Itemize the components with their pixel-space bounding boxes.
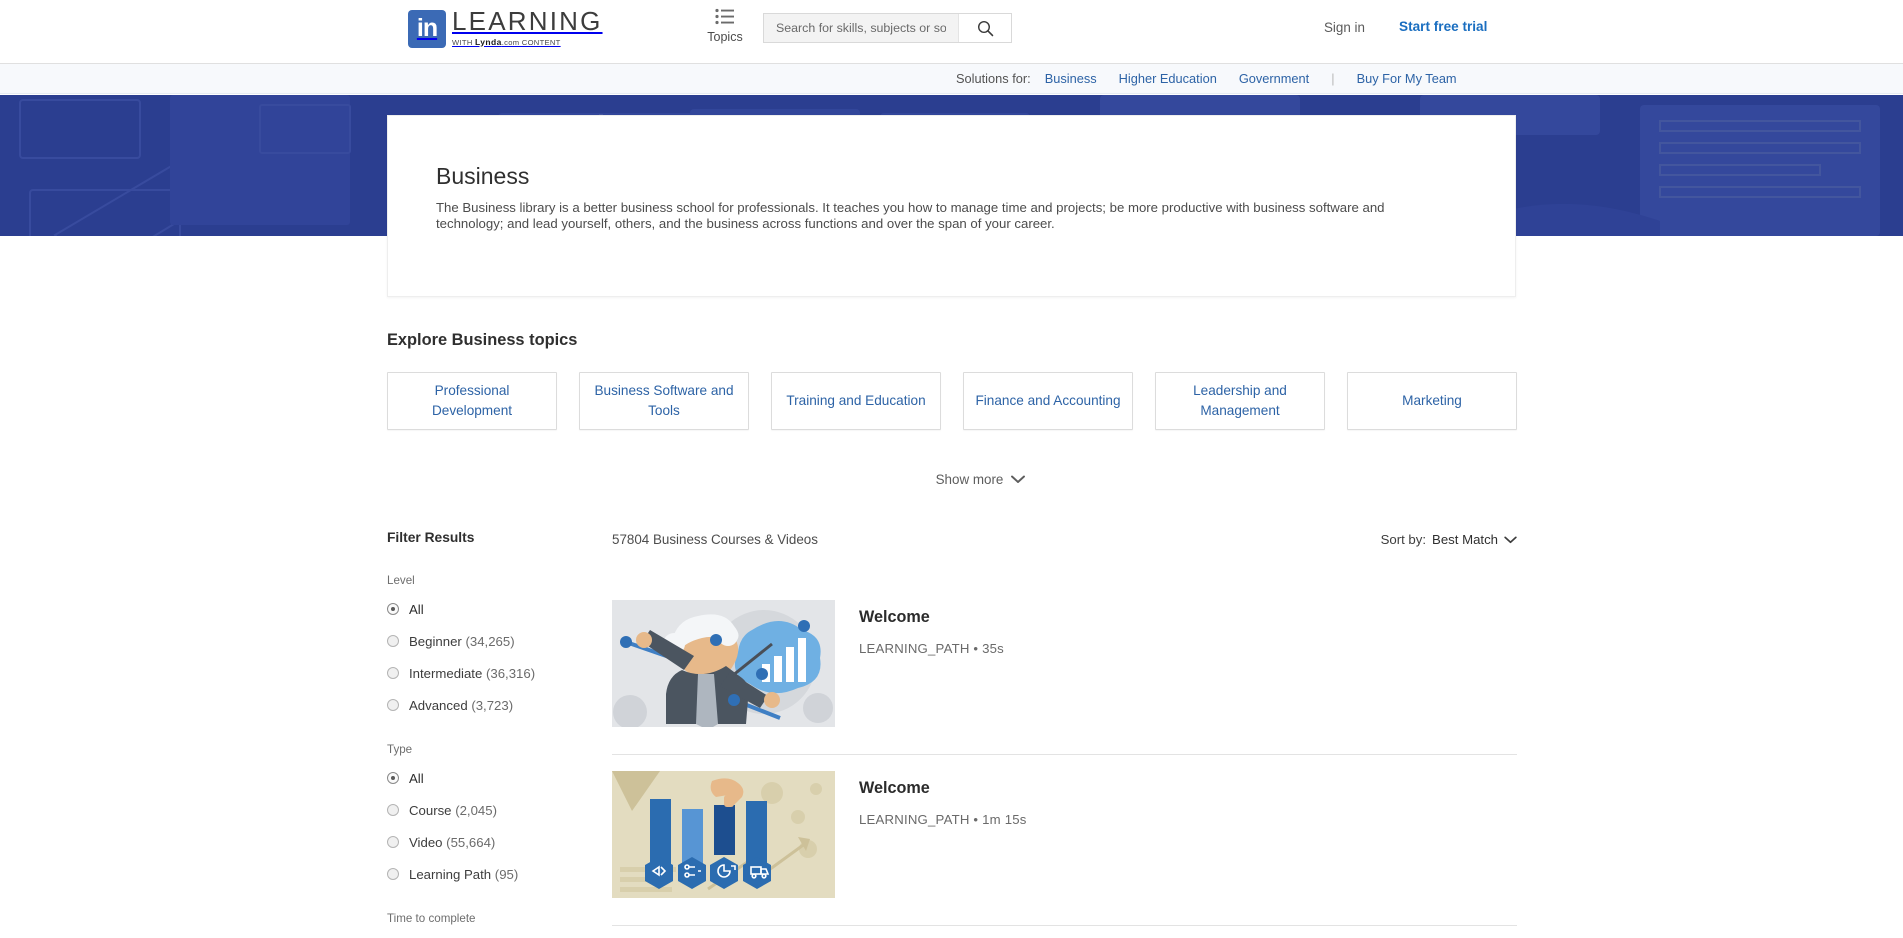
results-count: 57804 Business Courses & Videos — [612, 532, 818, 547]
hero-card: Business The Business library is a bette… — [387, 115, 1516, 297]
search-input[interactable] — [764, 14, 958, 42]
radio-icon — [387, 868, 399, 880]
filter-group-label: Type — [387, 743, 413, 756]
filter-option-label: Video (55,664) — [409, 834, 496, 850]
filter-option-level-all[interactable]: All — [387, 600, 587, 618]
filter-results-title: Filter Results — [387, 530, 475, 545]
solutions-link-higher-education[interactable]: Higher Education — [1119, 71, 1217, 86]
start-free-trial-link[interactable]: Start free trial — [1399, 19, 1487, 34]
results-header: 57804 Business Courses & Videos Sort by:… — [612, 532, 1517, 547]
course-thumbnail[interactable] — [612, 771, 835, 898]
filter-option-label: Advanced (3,723) — [409, 697, 514, 713]
result-meta: LEARNING_PATH • 1m 15s — [859, 812, 1027, 827]
filter-option-type-video[interactable]: Video (55,664) — [387, 833, 587, 851]
logo-sub-brand: Lynda — [475, 36, 502, 47]
filter-sidebar: Filter Results Level All Beginner (34,26… — [387, 530, 587, 938]
topic-pill-training-and-education[interactable]: Training and Education — [771, 372, 941, 430]
filter-group-time-to-complete: Time to complete All — [387, 912, 587, 938]
topics-label: Topics — [707, 30, 743, 44]
results-list: Welcome LEARNING_PATH • 35s Welcome LEAR… — [612, 584, 1517, 926]
filter-option-type-course[interactable]: Course (2,045) — [387, 801, 587, 819]
radio-icon — [387, 667, 399, 679]
topic-pill-marketing[interactable]: Marketing — [1347, 372, 1517, 430]
sort-by-value: Best Match — [1432, 532, 1498, 547]
result-item[interactable]: Welcome LEARNING_PATH • 1m 15s — [612, 755, 1517, 926]
filter-option-label: Intermediate (36,316) — [409, 665, 536, 681]
filter-group-label: Level — [387, 574, 415, 587]
linkedin-icon: in — [408, 9, 446, 48]
filter-group-level: Level All Beginner (34,265) Intermediate… — [387, 574, 587, 714]
solutions-for-label: Solutions for: — [956, 71, 1031, 86]
show-more-button[interactable]: Show more — [936, 472, 1026, 487]
topic-pill-leadership-and-management[interactable]: Leadership and Management — [1155, 372, 1325, 430]
search-button[interactable] — [958, 14, 1011, 42]
top-navigation-bar: in LEARNING WITH Lynda.com CONTENT Topic… — [0, 0, 1903, 64]
filter-option-level-intermediate[interactable]: Intermediate (36,316) — [387, 664, 587, 682]
buy-for-my-team-link[interactable]: Buy For My Team — [1357, 71, 1457, 86]
radio-icon — [387, 699, 399, 711]
result-title[interactable]: Welcome — [859, 779, 1027, 798]
filter-option-level-advanced[interactable]: Advanced (3,723) — [387, 696, 587, 714]
result-title[interactable]: Welcome — [859, 608, 1004, 627]
search-icon — [977, 20, 993, 36]
illustration-analyst-chart — [612, 600, 835, 727]
list-icon — [715, 8, 734, 25]
show-more-row: Show more — [0, 472, 1903, 487]
linkedin-learning-logo[interactable]: in LEARNING WITH Lynda.com CONTENT — [408, 8, 603, 48]
filter-option-label: All — [409, 770, 424, 786]
filter-option-type-learning-path[interactable]: Learning Path (95) — [387, 865, 587, 883]
chevron-down-icon — [1011, 475, 1026, 483]
illustration-bar-chart-hand — [612, 771, 835, 898]
filter-option-label: Beginner (34,265) — [409, 633, 515, 649]
solutions-link-business[interactable]: Business — [1045, 71, 1097, 86]
topic-pill-business-software-and-tools[interactable]: Business Software and Tools — [579, 372, 749, 430]
logo-wordmark: LEARNING — [452, 6, 603, 36]
logo-sub-suffix: .com CONTENT — [501, 37, 561, 47]
page-description: The Business library is a better busines… — [436, 200, 1385, 232]
solutions-bar: Solutions for: Business Higher Education… — [0, 64, 1903, 94]
explore-topics-heading: Explore Business topics — [387, 331, 578, 349]
filter-option-label: Course (2,045) — [409, 802, 497, 818]
radio-icon — [387, 804, 399, 816]
search-container — [763, 13, 1012, 43]
course-thumbnail[interactable] — [612, 600, 835, 727]
result-meta: LEARNING_PATH • 35s — [859, 641, 1004, 656]
topic-pill-professional-development[interactable]: Professional Development — [387, 372, 557, 430]
page-title: Business — [436, 163, 530, 189]
radio-icon — [387, 603, 399, 615]
topic-pill-row: Professional Development Business Softwa… — [387, 372, 1517, 430]
logo-subtitle: WITH Lynda.com CONTENT — [452, 37, 603, 47]
filter-option-label: Learning Path (95) — [409, 866, 519, 882]
radio-icon — [387, 836, 399, 848]
radio-icon — [387, 772, 399, 784]
show-more-label: Show more — [935, 472, 1004, 487]
divider: | — [1331, 71, 1335, 86]
solutions-link-government[interactable]: Government — [1239, 71, 1309, 86]
filter-option-type-all[interactable]: All — [387, 769, 587, 787]
sort-by-label: Sort by: — [1380, 532, 1427, 547]
chevron-down-icon — [1504, 535, 1517, 543]
logo-sub-prefix: WITH — [452, 37, 476, 47]
filter-option-label: All — [409, 601, 424, 617]
topic-pill-finance-and-accounting[interactable]: Finance and Accounting — [963, 372, 1133, 430]
filter-group-label: Time to complete — [387, 912, 476, 925]
result-item[interactable]: Welcome LEARNING_PATH • 35s — [612, 584, 1517, 755]
sign-in-link[interactable]: Sign in — [1324, 20, 1365, 35]
radio-icon — [387, 635, 399, 647]
topics-button[interactable]: Topics — [698, 8, 752, 44]
sort-by-dropdown[interactable]: Sort by: Best Match — [1381, 532, 1517, 547]
filter-option-level-beginner[interactable]: Beginner (34,265) — [387, 632, 587, 650]
filter-group-type: Type All Course (2,045) Video (55,664) L… — [387, 743, 587, 883]
